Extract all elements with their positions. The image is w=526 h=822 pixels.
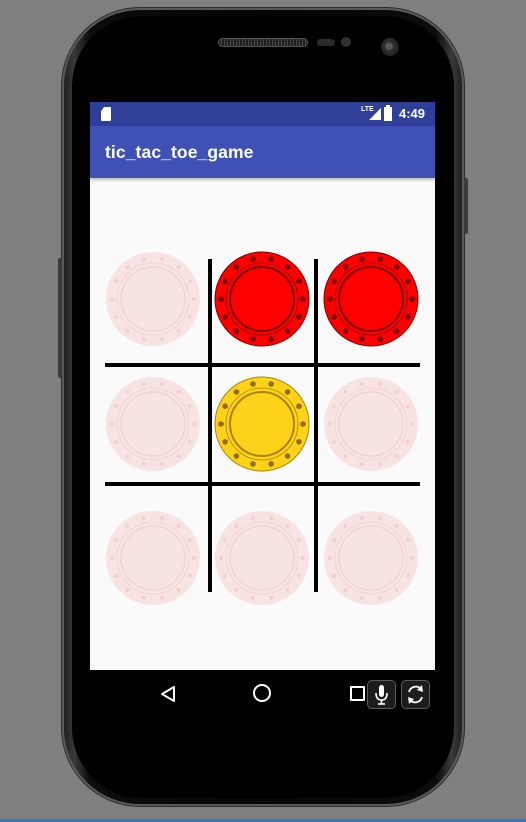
microphone-icon bbox=[375, 685, 388, 705]
empty-chip-icon bbox=[106, 511, 200, 605]
board-cell[interactable] bbox=[105, 510, 201, 606]
grid-line-horizontal-1 bbox=[105, 363, 420, 367]
empty-chip-icon bbox=[106, 252, 200, 346]
empty-chip-icon bbox=[324, 377, 418, 471]
board-cell[interactable] bbox=[105, 251, 201, 347]
yellow-chip-icon bbox=[214, 376, 310, 472]
app-title: tic_tac_toe_game bbox=[105, 142, 254, 162]
game-board bbox=[90, 178, 435, 670]
speaker-grille bbox=[218, 38, 308, 47]
status-bar: LTE 4:49 bbox=[90, 102, 435, 126]
board-cell[interactable] bbox=[323, 510, 419, 606]
power-button[interactable] bbox=[58, 258, 62, 378]
board-cell[interactable] bbox=[214, 376, 310, 472]
home-icon[interactable] bbox=[253, 684, 271, 702]
red-chip-icon bbox=[214, 251, 310, 347]
grid-line-horizontal-2 bbox=[105, 482, 420, 486]
empty-chip-icon bbox=[215, 511, 309, 605]
board-cell[interactable] bbox=[105, 376, 201, 472]
grid-line-vertical-2 bbox=[314, 259, 318, 592]
empty-chip-icon bbox=[324, 511, 418, 605]
navigation-bar bbox=[90, 670, 435, 718]
microphone-button[interactable] bbox=[367, 680, 396, 709]
signal-icon bbox=[369, 108, 381, 120]
front-camera-icon bbox=[381, 38, 399, 56]
empty-chip-icon bbox=[106, 377, 200, 471]
board-cell[interactable] bbox=[323, 251, 419, 347]
board-cell[interactable] bbox=[323, 376, 419, 472]
proximity-sensor bbox=[317, 39, 335, 46]
sd-card-icon bbox=[101, 107, 111, 121]
app-bar: tic_tac_toe_game bbox=[90, 126, 435, 178]
red-chip-icon bbox=[323, 251, 419, 347]
light-sensor bbox=[341, 37, 351, 47]
device-screen: LTE 4:49 tic_tac_toe_game bbox=[90, 102, 435, 670]
recent-apps-icon[interactable] bbox=[350, 686, 365, 701]
rotate-button[interactable] bbox=[401, 680, 430, 709]
rotate-icon bbox=[408, 685, 423, 704]
back-icon[interactable] bbox=[159, 685, 177, 703]
board-cell[interactable] bbox=[214, 251, 310, 347]
grid-line-vertical-1 bbox=[208, 259, 212, 592]
board-cell[interactable] bbox=[214, 510, 310, 606]
status-time: 4:49 bbox=[399, 106, 426, 121]
volume-button[interactable] bbox=[464, 178, 468, 234]
battery-icon bbox=[384, 105, 392, 121]
